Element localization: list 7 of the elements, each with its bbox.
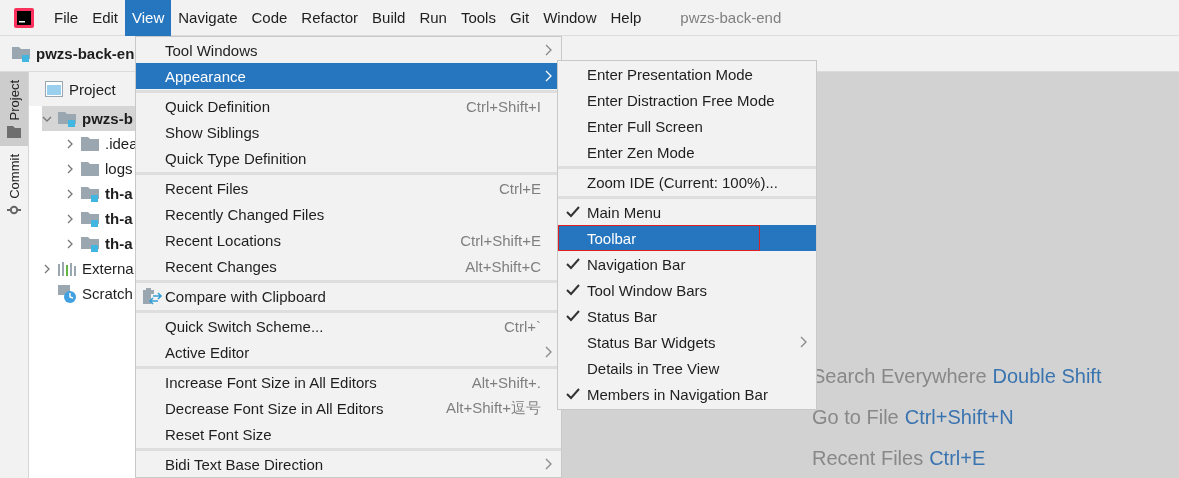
project-title: pwzs-back-end xyxy=(680,9,782,26)
hint-action: Go to File xyxy=(812,406,899,429)
hint-shortcut: Ctrl+E xyxy=(929,447,986,470)
panel-title: Project xyxy=(69,80,116,98)
hint-shortcut: Ctrl+Shift+N xyxy=(904,406,1014,429)
hint-action: Recent Files xyxy=(812,447,924,470)
hint-shortcut: Double Shift xyxy=(992,365,1102,388)
